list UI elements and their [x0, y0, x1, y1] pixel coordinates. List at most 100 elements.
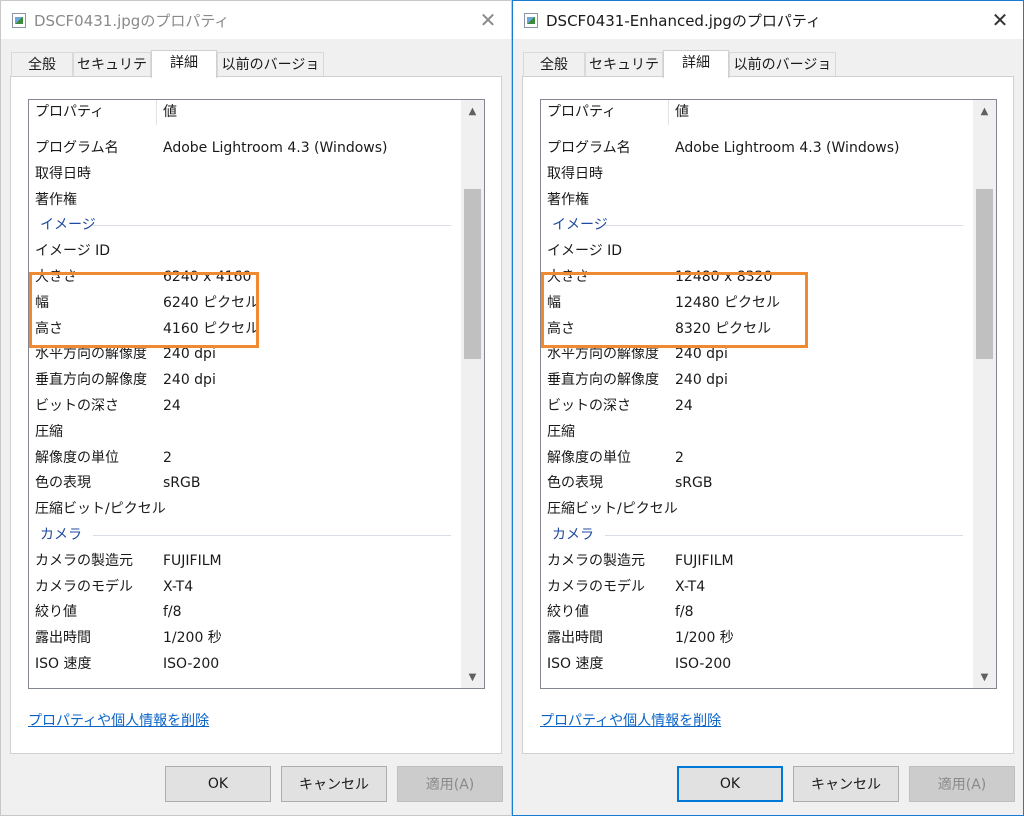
list-item[interactable]: 著作権	[29, 187, 461, 213]
vertical-scrollbar[interactable]: ▲ ▼	[461, 100, 484, 688]
property-name: 圧縮ビット/ピクセル	[547, 501, 678, 518]
list-item[interactable]: カメラのモデル X-T4	[541, 574, 973, 600]
list-item[interactable]: 絞り値 f/8	[541, 599, 973, 625]
close-icon[interactable]: ✕	[985, 5, 1015, 35]
list-item[interactable]: 高さ 4160 ピクセル	[29, 316, 461, 342]
title-bar[interactable]: DSCF0431-Enhanced.jpgのプロパティ ✕	[513, 1, 1023, 39]
list-item[interactable]: 解像度の単位 2	[541, 445, 973, 471]
property-name: プログラム名	[35, 140, 119, 156]
chevron-up-icon[interactable]: ▲	[973, 100, 996, 122]
list-item[interactable]: ビットの深さ 24	[29, 393, 461, 419]
list-body: 撮影日時 2021/05/30 8:58 プログラム名Adobe Lightro…	[29, 100, 461, 688]
list-item[interactable]: 大きさ 6240 x 4160	[29, 264, 461, 290]
property-list[interactable]: プロパティ 値 撮影日時 2021/05/30 8:58 プログラム名Adobe…	[540, 99, 997, 689]
property-value: sRGB	[163, 475, 201, 492]
list-section-header[interactable]: カメラ	[541, 522, 973, 548]
tab-details[interactable]: 詳細	[151, 50, 217, 78]
list-item[interactable]: 水平方向の解像度 240 dpi	[541, 341, 973, 367]
list-item[interactable]: カメラの製造元 FUJIFILM	[541, 548, 973, 574]
scrollbar-thumb[interactable]	[976, 189, 993, 360]
property-name: 著作権	[35, 191, 77, 208]
details-panel: プロパティ 値 撮影日時 2021/05/30 8:58 プログラム名Adobe…	[10, 76, 502, 754]
cancel-button[interactable]: キャンセル	[281, 766, 387, 802]
list-section-header[interactable]: カメラ	[29, 522, 461, 548]
tab-previous-versions[interactable]: 以前のバージョン	[217, 52, 324, 97]
list-item[interactable]: 色の表現 sRGB	[29, 470, 461, 496]
list-item[interactable]: プログラム名 Adobe Lightroom 4.3 (Windows)	[541, 135, 973, 161]
dialog-buttons: OK キャンセル 適用(A)	[513, 766, 1023, 802]
list-item[interactable]: 解像度の単位 2	[29, 445, 461, 471]
tab-general[interactable]: 全般	[523, 52, 585, 76]
list-item[interactable]: 圧縮ビット/ピクセル	[541, 496, 973, 522]
column-header-value[interactable]: 値	[157, 100, 461, 125]
details-panel: プロパティ 値 撮影日時 2021/05/30 8:58 プログラム名Adobe…	[522, 76, 1014, 754]
list-item[interactable]: 大きさ 12480 x 8320	[541, 264, 973, 290]
list-item[interactable]: 絞り値 f/8	[29, 599, 461, 625]
scrollbar-thumb[interactable]	[464, 189, 481, 360]
vertical-scrollbar[interactable]: ▲ ▼	[973, 100, 996, 688]
property-name: ISO 速度	[547, 656, 604, 672]
property-name: カメラのモデル	[35, 578, 133, 595]
list-section-header[interactable]: イメージ	[29, 212, 461, 238]
property-name: 垂直方向の解像度	[35, 372, 147, 389]
ok-button[interactable]: OK	[165, 766, 271, 802]
list-item[interactable]: カメラの製造元 FUJIFILM	[29, 548, 461, 574]
list-item[interactable]: 幅 6240 ピクセル	[29, 290, 461, 316]
title-bar[interactable]: DSCF0431.jpgのプロパティ ✕	[1, 1, 511, 39]
remove-properties-link[interactable]: プロパティや個人情報を削除	[28, 710, 209, 730]
list-item[interactable]: ISO 速度 ISO-200	[29, 651, 461, 677]
list-body: 撮影日時 2021/05/30 8:58 プログラム名Adobe Lightro…	[541, 100, 973, 688]
list-item[interactable]: ビットの深さ 24	[541, 393, 973, 419]
property-value: FUJIFILM	[675, 552, 734, 569]
list-item[interactable]: 取得日時	[29, 161, 461, 187]
chevron-up-icon[interactable]: ▲	[461, 100, 484, 122]
section-divider	[93, 225, 451, 227]
property-value: 6240 x 4160	[163, 269, 252, 285]
property-name: 色の表現	[547, 475, 603, 492]
list-item[interactable]: ISO 速度 ISO-200	[541, 651, 973, 677]
property-value: 240 dpi	[163, 372, 216, 389]
list-item[interactable]: カメラのモデル X-T4	[29, 574, 461, 600]
tab-previous-versions[interactable]: 以前のバージョン	[729, 52, 836, 97]
property-name: 幅	[547, 294, 561, 311]
list-item[interactable]: イメージ ID	[29, 238, 461, 264]
list-item[interactable]: 取得日時	[541, 161, 973, 187]
list-item[interactable]: 圧縮	[29, 419, 461, 445]
property-name: プログラム名	[547, 140, 631, 156]
tab-details[interactable]: 詳細	[663, 50, 729, 78]
list-item[interactable]: 水平方向の解像度 240 dpi	[29, 341, 461, 367]
list-item[interactable]: 露出時間 1/200 秒	[541, 625, 973, 651]
list-item[interactable]: 垂直方向の解像度 240 dpi	[541, 367, 973, 393]
close-icon[interactable]: ✕	[473, 5, 503, 35]
property-value: 24	[675, 398, 693, 414]
tab-general[interactable]: 全般	[11, 52, 73, 76]
property-name: ビットの深さ	[547, 398, 631, 414]
list-item[interactable]: 高さ 8320 ピクセル	[541, 316, 973, 342]
property-name: 露出時間	[547, 630, 603, 647]
list-item[interactable]: イメージ ID	[541, 238, 973, 264]
property-list[interactable]: プロパティ 値 撮影日時 2021/05/30 8:58 プログラム名Adobe…	[28, 99, 485, 689]
tab-security[interactable]: セキュリティ	[73, 52, 151, 97]
list-item[interactable]: 著作権	[541, 187, 973, 213]
chevron-down-icon[interactable]: ▼	[973, 666, 996, 688]
list-item[interactable]: 幅 12480 ピクセル	[541, 290, 973, 316]
list-item[interactable]: 露出時間 1/200 秒	[29, 625, 461, 651]
ok-button[interactable]: OK	[677, 766, 783, 802]
chevron-down-icon[interactable]: ▼	[461, 666, 484, 688]
column-header-property[interactable]: プロパティ	[29, 100, 157, 125]
column-header-value[interactable]: 値	[669, 100, 973, 125]
column-header-property[interactable]: プロパティ	[541, 100, 669, 125]
cancel-button[interactable]: キャンセル	[793, 766, 899, 802]
remove-properties-link[interactable]: プロパティや個人情報を削除	[540, 710, 721, 730]
property-value: 2	[675, 449, 684, 466]
list-section-header[interactable]: イメージ	[541, 212, 973, 238]
list-item[interactable]: 圧縮	[541, 419, 973, 445]
list-item[interactable]: 圧縮ビット/ピクセル	[29, 496, 461, 522]
property-name: カメラのモデル	[547, 578, 645, 595]
tab-security[interactable]: セキュリティ	[585, 52, 663, 97]
list-header: プロパティ 値	[29, 100, 461, 125]
list-item[interactable]: 色の表現 sRGB	[541, 470, 973, 496]
section-label: カメラ	[40, 527, 82, 543]
list-item[interactable]: 垂直方向の解像度 240 dpi	[29, 367, 461, 393]
list-item[interactable]: プログラム名 Adobe Lightroom 4.3 (Windows)	[29, 135, 461, 161]
